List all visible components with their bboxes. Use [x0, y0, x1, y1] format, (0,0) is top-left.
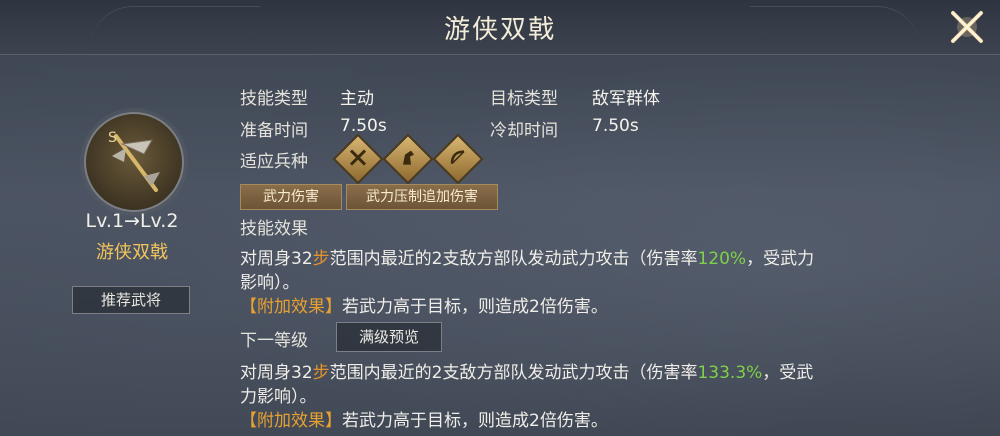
extra-effect-label: 【附加效果】 [240, 297, 342, 317]
cooldown-value: 7.50s [592, 116, 639, 136]
next-text: ，受武 [762, 363, 814, 383]
page-title: 游侠双戟 [443, 15, 556, 45]
next-level-heading: 下一等级 [240, 331, 308, 351]
tag-force-damage: 武力伤害 [240, 184, 342, 210]
extra-effect-text: 若武力高于目标，则造成2倍伤害。 [342, 297, 608, 317]
damage-rate: 120% [697, 249, 747, 269]
unit-type-label: 适应兵种 [240, 152, 308, 172]
archer-icon [432, 133, 484, 185]
skill-level: Lv.1→Lv.2 [85, 210, 179, 232]
prep-time-value: 7.50s [340, 116, 387, 136]
effect-text: 范围内最近的2支敌方部队发动武力攻击（伤害率 [329, 249, 698, 269]
cavalry-icon [382, 133, 434, 185]
next-text: 范围内最近的2支敌方部队发动武力攻击（伤害率 [329, 363, 698, 383]
close-button[interactable] [946, 6, 988, 48]
skill-icon: S [84, 112, 184, 212]
effect-line-1: 对周身32步范围内最近的2支敌方部队发动武力攻击（伤害率120%，受武力 [240, 248, 814, 270]
next-damage-rate: 133.3% [697, 363, 763, 383]
infantry-icon [332, 133, 384, 185]
prep-time-label: 准备时间 [240, 121, 308, 141]
next-line-1: 对周身32步范围内最近的2支敌方部队发动武力攻击（伤害率133.3%，受武 [240, 362, 813, 384]
step-highlight: 步 [312, 363, 330, 383]
effect-line-2: 影响）。 [240, 273, 300, 293]
target-type-label: 目标类型 [490, 89, 558, 109]
next-extra: 【附加效果】若武力高于目标，则造成2倍伤害。 [240, 410, 608, 432]
recommend-general-button[interactable]: 推荐武将 [72, 286, 190, 314]
effect-text: 对周身32 [240, 249, 313, 269]
effect-text: ，受武力 [746, 249, 815, 269]
extra-effect-label: 【附加效果】 [240, 411, 342, 431]
full-level-preview-button[interactable]: 满级预览 [336, 322, 442, 352]
tag-force-suppress: 武力压制追加伤害 [346, 184, 498, 210]
svg-text:S: S [108, 130, 117, 146]
extra-effect-text: 若武力高于目标，则造成2倍伤害。 [342, 411, 608, 431]
next-line-2: 力影响）。 [240, 387, 317, 407]
skill-type-value: 主动 [340, 89, 374, 109]
skill-type-label: 技能类型 [240, 89, 308, 109]
skill-name: 游侠双戟 [96, 242, 168, 263]
halberd-icon: S [108, 130, 160, 192]
next-text: 对周身32 [240, 363, 313, 383]
close-icon [951, 11, 983, 43]
step-highlight: 步 [312, 249, 330, 269]
effect-extra: 【附加效果】若武力高于目标，则造成2倍伤害。 [240, 296, 608, 318]
cooldown-label: 冷却时间 [490, 121, 558, 141]
target-type-value: 敌军群体 [592, 89, 660, 109]
header-bar: 游侠双戟 [0, 0, 1000, 55]
effect-heading: 技能效果 [240, 219, 308, 239]
